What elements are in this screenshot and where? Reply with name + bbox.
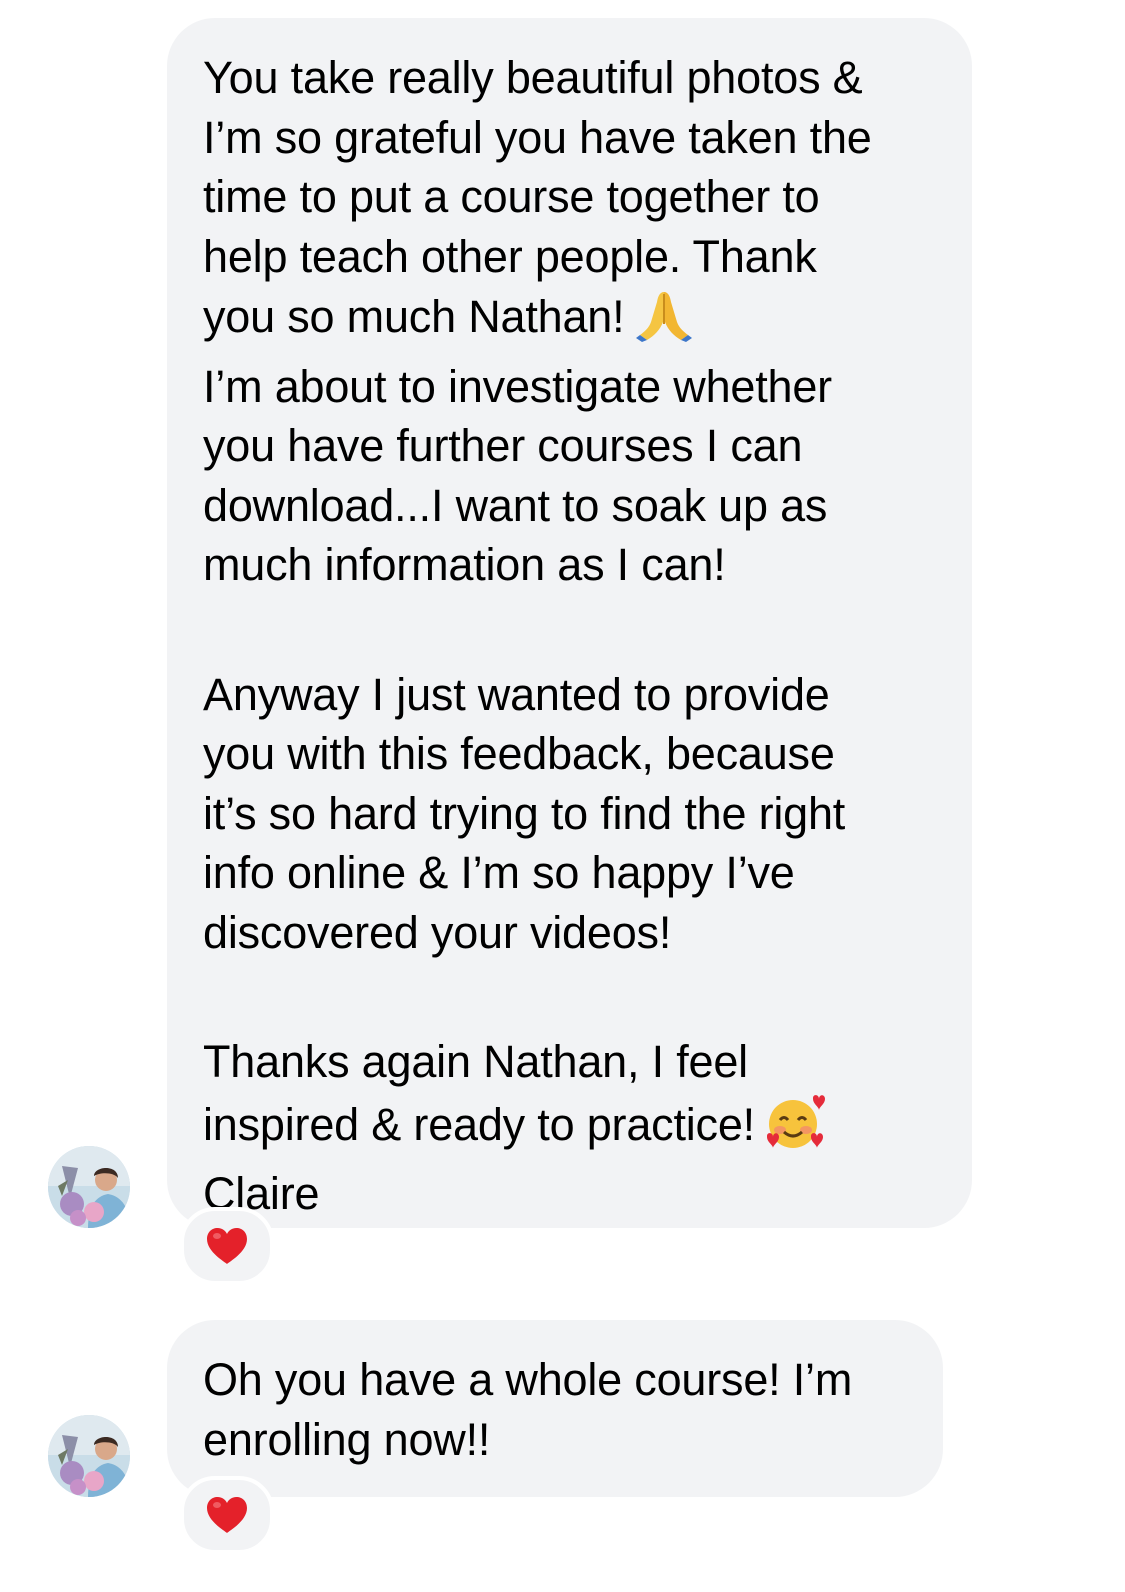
message-line: download...I want to soak up as	[203, 479, 828, 531]
folded-hands-emoji	[634, 286, 694, 357]
message-line-text: inspired & ready to practice!	[203, 1098, 755, 1150]
sender-avatar[interactable]	[48, 1146, 130, 1228]
red-heart-emoji	[205, 1226, 249, 1266]
message-line: help teach other people. Thank	[203, 230, 817, 282]
message-line: discovered your videos!	[203, 906, 672, 958]
message-line: I’m about to investigate whether	[203, 360, 832, 412]
message-line: you have further courses I can	[203, 420, 803, 471]
smiling-face-with-hearts-emoji	[765, 1092, 827, 1165]
message-line: you so much Nathan!	[203, 286, 936, 357]
message-line: Anyway I just wanted to provide	[203, 668, 830, 720]
message-line: much information as I can!	[203, 539, 726, 590]
message-line: it’s so hard trying to find the right	[203, 787, 846, 839]
signature-line: Claire	[203, 1168, 320, 1219]
message-line: you with this feedback, because	[203, 728, 835, 779]
message-line: You take really beautiful photos &	[203, 52, 863, 103]
message-bubble[interactable]: You take really beautiful photos & I’m s…	[167, 18, 972, 1228]
message-line: I’m so grateful you have taken the	[203, 111, 872, 163]
message-reaction[interactable]	[180, 1476, 274, 1554]
message-line: Oh you have a whole course! I’m	[203, 1354, 853, 1405]
sender-avatar[interactable]	[48, 1415, 130, 1497]
message-line: enrolling now!!	[203, 1413, 491, 1465]
message-bubble[interactable]: Oh you have a whole course! I’m enrollin…	[167, 1320, 943, 1497]
message-line: time to put a course together to	[203, 171, 820, 222]
message-line-text: you so much Nathan!	[203, 291, 625, 342]
red-heart-emoji	[205, 1495, 249, 1535]
message-reaction[interactable]	[180, 1207, 274, 1285]
message-line: inspired & ready to practice!	[203, 1092, 936, 1165]
message-line: Thanks again Nathan, I feel	[203, 1036, 748, 1087]
message-line: info online & I’m so happy I’ve	[203, 847, 795, 898]
